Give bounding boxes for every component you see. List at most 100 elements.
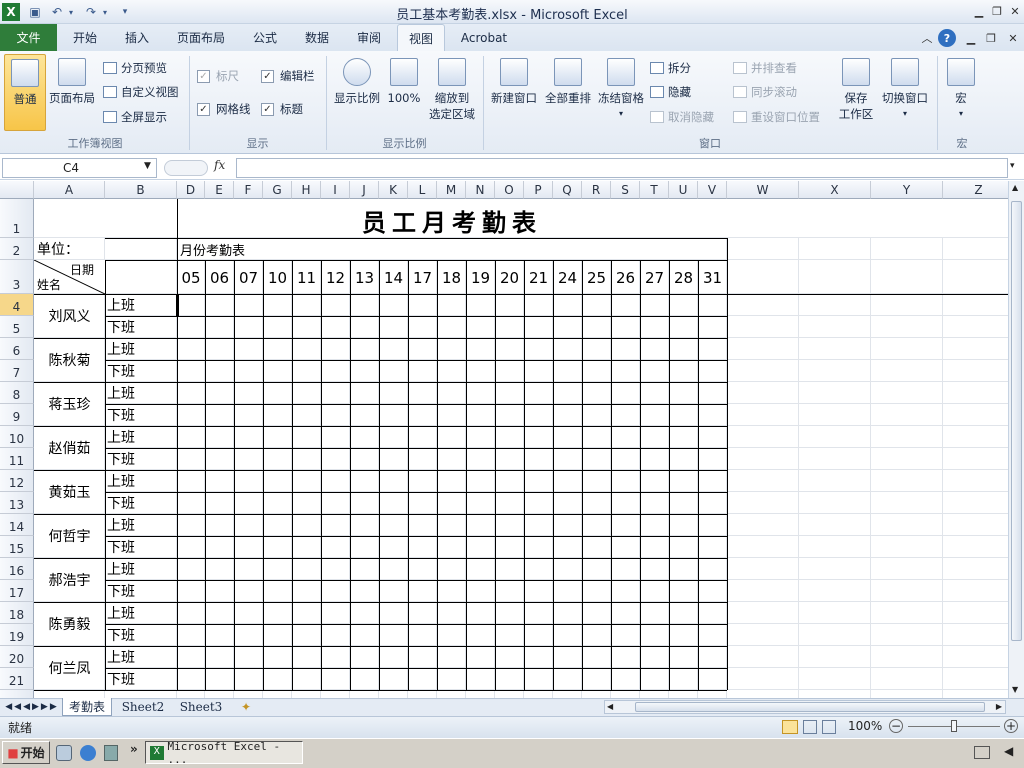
- shift-in-label[interactable]: 上班: [107, 338, 135, 360]
- column-header[interactable]: G: [263, 181, 292, 199]
- employee-name[interactable]: 蒋玉珍: [34, 382, 105, 426]
- doc-minimize-icon[interactable]: ▁: [962, 30, 980, 46]
- sync-scrolling-button[interactable]: 同步滚动: [733, 83, 797, 101]
- row-header[interactable]: 14: [0, 514, 34, 536]
- shift-out-label[interactable]: 下班: [107, 536, 135, 558]
- zoom-100-button[interactable]: 100%: [386, 58, 422, 106]
- column-header[interactable]: R: [582, 181, 611, 199]
- column-header[interactable]: B: [105, 181, 177, 199]
- column-header[interactable]: K: [379, 181, 408, 199]
- shift-in-label[interactable]: 上班: [107, 602, 135, 624]
- scroll-left-icon[interactable]: ◀: [607, 702, 613, 711]
- select-all-corner[interactable]: [0, 181, 34, 199]
- employee-name[interactable]: 何兰凤: [34, 646, 105, 690]
- column-header[interactable]: W: [727, 181, 799, 199]
- row-header[interactable]: 5: [0, 316, 34, 338]
- employee-name[interactable]: 何哲宇: [34, 514, 105, 558]
- row-header[interactable]: 4: [0, 294, 34, 316]
- row-header[interactable]: 20: [0, 646, 34, 668]
- shift-in-label[interactable]: 上班: [107, 646, 135, 668]
- tab-formulas[interactable]: 公式: [240, 24, 290, 51]
- doc-restore-icon[interactable]: ❐: [982, 30, 1000, 46]
- row-header[interactable]: 15: [0, 536, 34, 558]
- shift-out-label[interactable]: 下班: [107, 668, 135, 690]
- desktop-icon[interactable]: [56, 745, 72, 761]
- row-header[interactable]: 17: [0, 580, 34, 602]
- shift-out-label[interactable]: 下班: [107, 624, 135, 646]
- employee-name[interactable]: 陈秋菊: [34, 338, 105, 382]
- column-header[interactable]: H: [292, 181, 321, 199]
- row-header[interactable]: 10: [0, 426, 34, 448]
- shift-out-label[interactable]: 下班: [107, 404, 135, 426]
- close-icon[interactable]: ✕: [1006, 3, 1024, 19]
- shift-out-label[interactable]: 下班: [107, 316, 135, 338]
- page-layout-view-button[interactable]: 页面布局: [48, 58, 96, 106]
- macros-button[interactable]: 宏 ▾: [944, 58, 978, 122]
- row-header[interactable]: 1: [0, 199, 34, 238]
- unhide-button[interactable]: 取消隐藏: [650, 108, 714, 126]
- worksheet-grid[interactable]: A B D E F G H I J K L M N O P Q R S T U V W X Y Z 1 2 3 4 5 6 7 8 9 10 11 12…: [0, 181, 1008, 698]
- headings-checkbox[interactable]: ✓ 标题: [261, 100, 303, 118]
- custom-views-button[interactable]: 自定义视图: [103, 83, 179, 101]
- row-header[interactable]: 12: [0, 470, 34, 492]
- split-button[interactable]: 拆分: [650, 59, 691, 77]
- name-box-dropdown-icon[interactable]: ▼: [144, 161, 151, 171]
- column-header[interactable]: P: [524, 181, 553, 199]
- shift-in-label[interactable]: 上班: [107, 382, 135, 404]
- column-header[interactable]: U: [669, 181, 698, 199]
- column-header[interactable]: X: [799, 181, 871, 199]
- formula-input[interactable]: [236, 158, 1008, 178]
- scroll-down-icon[interactable]: ▼: [1012, 685, 1018, 694]
- column-header[interactable]: D: [177, 181, 205, 199]
- shift-out-label[interactable]: 下班: [107, 492, 135, 514]
- row-header[interactable]: 6: [0, 338, 34, 360]
- employee-name[interactable]: 黄茹玉: [34, 470, 105, 514]
- sheet-tab-sheet2[interactable]: Sheet2: [118, 698, 168, 716]
- page-layout-status-icon[interactable]: [803, 720, 817, 734]
- hide-button[interactable]: 隐藏: [650, 83, 691, 101]
- normal-view-status-icon[interactable]: [782, 720, 798, 734]
- page-break-preview-button[interactable]: 分页预览: [103, 59, 167, 77]
- start-button[interactable]: ■ 开始: [2, 741, 50, 764]
- row-header[interactable]: 21: [0, 668, 34, 690]
- shift-in-label[interactable]: 上班: [107, 558, 135, 580]
- ruler-checkbox[interactable]: ✓ 标尺: [197, 67, 239, 85]
- shift-in-label[interactable]: 上班: [107, 426, 135, 448]
- normal-view-button[interactable]: 普通: [4, 54, 46, 131]
- shift-out-label[interactable]: 下班: [107, 360, 135, 382]
- tab-acrobat[interactable]: Acrobat: [450, 24, 518, 51]
- row-header[interactable]: 16: [0, 558, 34, 580]
- row-header[interactable]: 7: [0, 360, 34, 382]
- tab-view[interactable]: 视图: [397, 24, 445, 51]
- page-break-status-icon[interactable]: [822, 720, 836, 734]
- freeze-panes-button[interactable]: 冻结窗格 ▾: [596, 58, 646, 122]
- column-header[interactable]: M: [437, 181, 466, 199]
- shift-out-label[interactable]: 下班: [107, 448, 135, 470]
- zoom-slider-thumb[interactable]: [951, 720, 957, 732]
- shift-out-label[interactable]: 下班: [107, 580, 135, 602]
- zoom-in-icon[interactable]: +: [1004, 719, 1018, 733]
- column-header[interactable]: V: [698, 181, 727, 199]
- row-header[interactable]: 8: [0, 382, 34, 404]
- column-header[interactable]: N: [466, 181, 495, 199]
- column-header[interactable]: E: [205, 181, 234, 199]
- column-header[interactable]: O: [495, 181, 524, 199]
- zoom-level[interactable]: 100%: [848, 719, 882, 733]
- shift-in-label[interactable]: 上班: [107, 470, 135, 492]
- column-header[interactable]: I: [321, 181, 350, 199]
- shift-in-label[interactable]: 上班: [107, 294, 135, 316]
- row-header[interactable]: 13: [0, 492, 34, 514]
- gridlines-checkbox[interactable]: ✓ 网格线: [197, 100, 251, 118]
- column-header[interactable]: T: [640, 181, 669, 199]
- column-header[interactable]: F: [234, 181, 263, 199]
- zoom-to-selection-button[interactable]: 缩放到 选定区域: [426, 58, 478, 122]
- volume-icon[interactable]: ◀: [1004, 744, 1013, 758]
- column-header[interactable]: Y: [871, 181, 943, 199]
- media-icon[interactable]: [104, 745, 118, 761]
- row-header[interactable]: 2: [0, 238, 34, 260]
- scroll-thumb[interactable]: [1011, 201, 1022, 641]
- switch-windows-button[interactable]: 切换窗口 ▾: [879, 58, 931, 122]
- tab-insert[interactable]: 插入: [112, 24, 162, 51]
- sheet-tab-sheet3[interactable]: Sheet3: [176, 698, 226, 716]
- collapse-ribbon-icon[interactable]: ︿: [918, 30, 936, 46]
